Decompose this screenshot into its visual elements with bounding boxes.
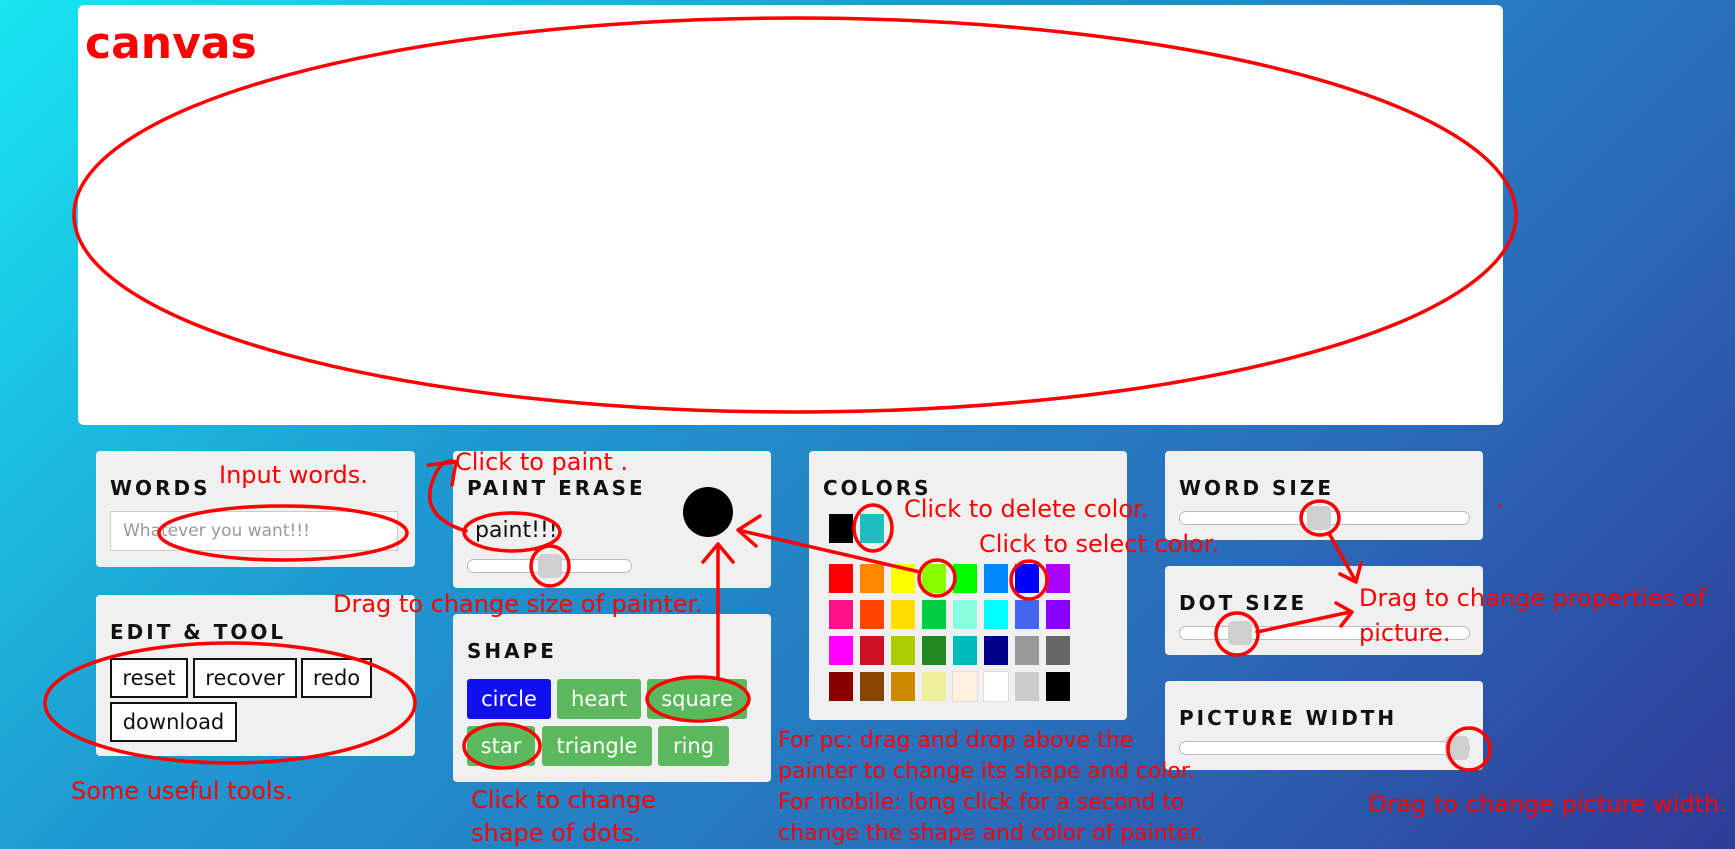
palette-color-swatch[interactable] xyxy=(1046,636,1070,665)
annotation-picture-width: Drag to change picture width. xyxy=(1368,790,1727,818)
annotation-click-to-paint: Click to paint . xyxy=(455,448,629,476)
painter-size-thumb[interactable] xyxy=(538,554,562,578)
palette-color-swatch[interactable] xyxy=(953,564,977,593)
edit-tool-panel: EDIT & TOOL reset recover redo download xyxy=(96,595,415,756)
painter-size-slider[interactable] xyxy=(467,554,632,578)
annotation-drag-painter-size: Drag to change size of painter. xyxy=(333,590,703,618)
shape-star-button[interactable]: star xyxy=(467,726,535,766)
palette-color-swatch[interactable] xyxy=(922,564,946,593)
annotation-properties-2: picture. xyxy=(1359,619,1451,647)
palette-color-swatch[interactable] xyxy=(984,636,1008,665)
palette-color-swatch[interactable] xyxy=(1046,672,1070,701)
palette-color-swatch[interactable] xyxy=(829,564,853,593)
palette-color-swatch[interactable] xyxy=(983,671,1009,702)
annotation-mobile-1: For mobile: long click for a second to xyxy=(778,790,1185,815)
annotation-useful-tools: Some useful tools. xyxy=(71,777,293,805)
annotation-pc-1: For pc: drag and drop above the xyxy=(778,728,1134,753)
colors-panel: COLORS xyxy=(809,451,1127,720)
picture-width-thumb[interactable] xyxy=(1445,736,1469,760)
palette-color-swatch[interactable] xyxy=(829,600,853,629)
palette-color-swatch[interactable] xyxy=(860,636,884,665)
word-size-panel: WORD SIZE xyxy=(1165,451,1483,540)
shape-heart-button[interactable]: heart xyxy=(557,679,641,719)
palette-color-swatch[interactable] xyxy=(922,600,946,629)
palette-color-swatch[interactable] xyxy=(1015,564,1039,593)
drawing-canvas[interactable] xyxy=(78,5,1503,425)
palette-color-swatch[interactable] xyxy=(891,636,915,665)
picture-width-panel: PICTURE WIDTH xyxy=(1165,681,1483,770)
annotation-select-color: Click to select color. xyxy=(979,530,1219,558)
annotation-input-words: Input words. xyxy=(219,461,368,489)
palette-color-swatch[interactable] xyxy=(984,564,1008,593)
annotation-delete-color: Click to delete color. xyxy=(904,495,1149,523)
edit-tool-title: EDIT & TOOL xyxy=(110,620,287,644)
picture-width-title: PICTURE WIDTH xyxy=(1179,706,1398,730)
palette-color-swatch[interactable] xyxy=(953,600,977,629)
shape-panel: SHAPE circle heart square star triangle … xyxy=(453,614,771,782)
word-size-thumb[interactable] xyxy=(1307,506,1331,530)
palette-color-swatch[interactable] xyxy=(1046,564,1070,593)
recover-button[interactable]: recover xyxy=(193,658,297,698)
palette-color-swatch[interactable] xyxy=(984,600,1008,629)
selected-color-swatch[interactable] xyxy=(829,514,853,543)
palette-color-swatch[interactable] xyxy=(891,672,915,701)
palette-color-swatch[interactable] xyxy=(829,636,853,665)
selected-color-swatch[interactable] xyxy=(860,514,884,543)
redo-button[interactable]: redo xyxy=(301,658,372,698)
word-size-title: WORD SIZE xyxy=(1179,476,1335,500)
palette-color-swatch[interactable] xyxy=(922,672,946,701)
paint-mode-toggle[interactable]: paint!!! xyxy=(475,518,558,543)
dot-size-title: DOT SIZE xyxy=(1179,591,1308,615)
picture-width-slider[interactable] xyxy=(1179,736,1470,760)
word-size-slider[interactable] xyxy=(1179,506,1470,530)
palette-color-swatch[interactable] xyxy=(922,636,946,665)
words-input[interactable] xyxy=(110,511,398,551)
shape-triangle-button[interactable]: triangle xyxy=(542,726,652,766)
annotation-mobile-2: change the shape and color of painter. xyxy=(778,821,1204,846)
palette-color-swatch[interactable] xyxy=(891,564,915,593)
annotation-properties-1: Drag to change properties of xyxy=(1359,584,1706,612)
paint-erase-title: PAINT ERASE xyxy=(467,476,646,500)
painter-preview-dot[interactable] xyxy=(683,487,733,537)
palette-color-swatch[interactable] xyxy=(860,672,884,701)
shape-square-button[interactable]: square xyxy=(647,679,747,719)
shape-title: SHAPE xyxy=(467,639,557,663)
palette-color-swatch[interactable] xyxy=(953,636,977,665)
canvas-annotation: canvas xyxy=(85,18,257,69)
palette-color-swatch[interactable] xyxy=(829,672,853,701)
shape-circle-button[interactable]: circle xyxy=(467,679,551,719)
palette-color-swatch[interactable] xyxy=(1015,600,1039,629)
palette-color-swatch[interactable] xyxy=(1046,600,1070,629)
palette-color-swatch[interactable] xyxy=(1015,636,1039,665)
dot-size-thumb[interactable] xyxy=(1228,621,1252,645)
palette-color-swatch[interactable] xyxy=(1015,672,1039,701)
palette-color-swatch[interactable] xyxy=(891,600,915,629)
annotation-change-shape-2: shape of dots. xyxy=(471,819,642,847)
palette-color-swatch[interactable] xyxy=(860,600,884,629)
paint-arrow-head xyxy=(426,460,458,487)
annotation-change-shape-1: Click to change xyxy=(471,786,656,814)
download-button[interactable]: download xyxy=(110,702,237,742)
annotation-dot: . xyxy=(1496,485,1504,513)
palette-color-swatch[interactable] xyxy=(860,564,884,593)
reset-button[interactable]: reset xyxy=(110,658,188,698)
words-title: WORDS xyxy=(110,476,211,500)
palette-color-swatch[interactable] xyxy=(952,671,978,702)
annotation-pc-2: painter to change its shape and color. xyxy=(778,759,1195,784)
shape-ring-button[interactable]: ring xyxy=(658,726,729,766)
